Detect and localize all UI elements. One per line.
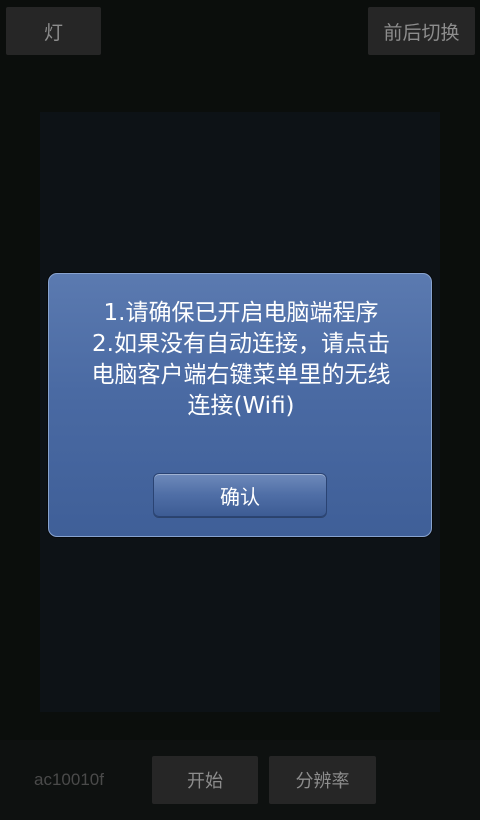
dialog-message: 1.请确保已开启电脑端程序 2.如果没有自动连接，请点击 电脑客户端右键菜单里的… [49, 298, 433, 422]
device-id-label: ac10010f [34, 770, 104, 789]
switch-camera-button[interactable]: 前后切换 [368, 7, 475, 55]
confirm-button[interactable]: 确认 [153, 473, 327, 517]
dialog-line: 连接(Wifi) [187, 393, 295, 419]
app-screen: 灯 前后切换 ac10010f 开始 分辨率 1.请确保已开启电脑端程序 2.如… [0, 0, 480, 820]
connection-dialog: 1.请确保已开启电脑端程序 2.如果没有自动连接，请点击 电脑客户端右键菜单里的… [48, 273, 432, 537]
resolution-button[interactable]: 分辨率 [269, 756, 376, 804]
dialog-line: 1.请确保已开启电脑端程序 [103, 300, 379, 326]
start-button[interactable]: 开始 [152, 756, 258, 804]
dialog-line: 电脑客户端右键菜单里的无线 [91, 362, 391, 388]
light-button[interactable]: 灯 [6, 7, 101, 55]
dialog-line: 2.如果没有自动连接，请点击 [92, 331, 390, 357]
